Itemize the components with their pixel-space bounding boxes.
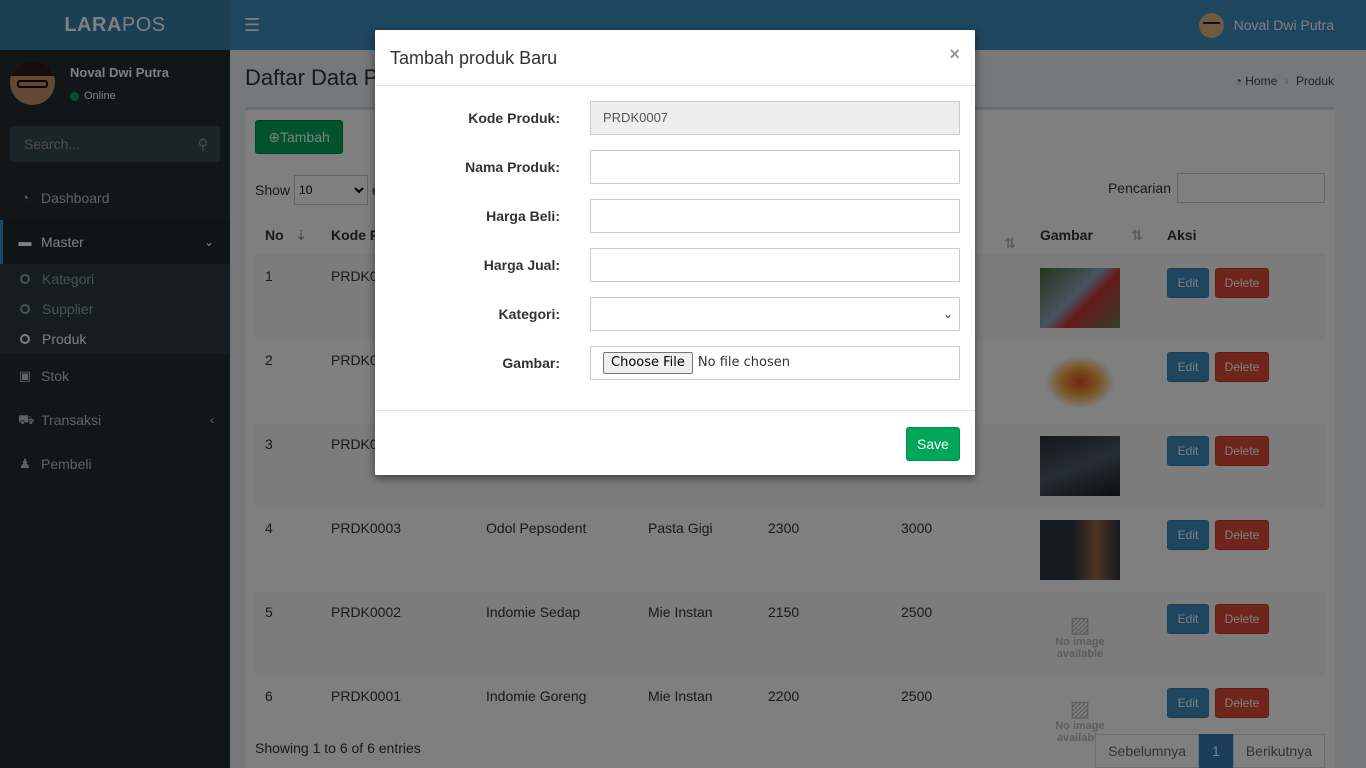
form-row-kode: Kode Produk: PRDK0007 <box>375 101 975 135</box>
gambar-label: Gambar: <box>502 355 560 371</box>
modal-header: Tambah produk Baru × <box>375 30 975 86</box>
harga-beli-field[interactable] <box>590 199 960 233</box>
kode-label: Kode Produk: <box>468 110 560 126</box>
kategori-select[interactable]: ⌄ <box>590 297 960 331</box>
add-product-modal: Tambah produk Baru × Kode Produk: PRDK00… <box>375 30 975 475</box>
harga-beli-label: Harga Beli: <box>486 208 560 224</box>
harga-jual-field[interactable] <box>590 248 960 282</box>
harga-jual-label: Harga Jual: <box>483 257 560 273</box>
nama-label: Nama Produk: <box>465 159 560 175</box>
modal-footer: Save <box>375 410 975 475</box>
form-row-nama: Nama Produk: <box>375 150 975 184</box>
form-row-harga-beli: Harga Beli: <box>375 199 975 233</box>
kode-produk-field[interactable]: PRDK0007 <box>590 101 960 135</box>
file-status: No file chosen <box>697 355 790 370</box>
kategori-label: Kategori: <box>498 306 560 322</box>
choose-file-button[interactable]: Choose File <box>603 352 693 374</box>
form-row-gambar: Gambar: Choose File No file chosen <box>375 346 975 380</box>
modal-title: Tambah produk Baru <box>390 48 558 68</box>
chevron-down-icon: ⌄ <box>942 307 953 321</box>
form-row-kategori: Kategori: ⌄ <box>375 297 975 331</box>
save-button[interactable]: Save <box>906 427 960 461</box>
gambar-file-field[interactable]: Choose File No file chosen <box>590 346 960 380</box>
close-icon[interactable]: × <box>949 44 960 65</box>
nama-produk-field[interactable] <box>590 150 960 184</box>
form-row-harga-jual: Harga Jual: <box>375 248 975 282</box>
